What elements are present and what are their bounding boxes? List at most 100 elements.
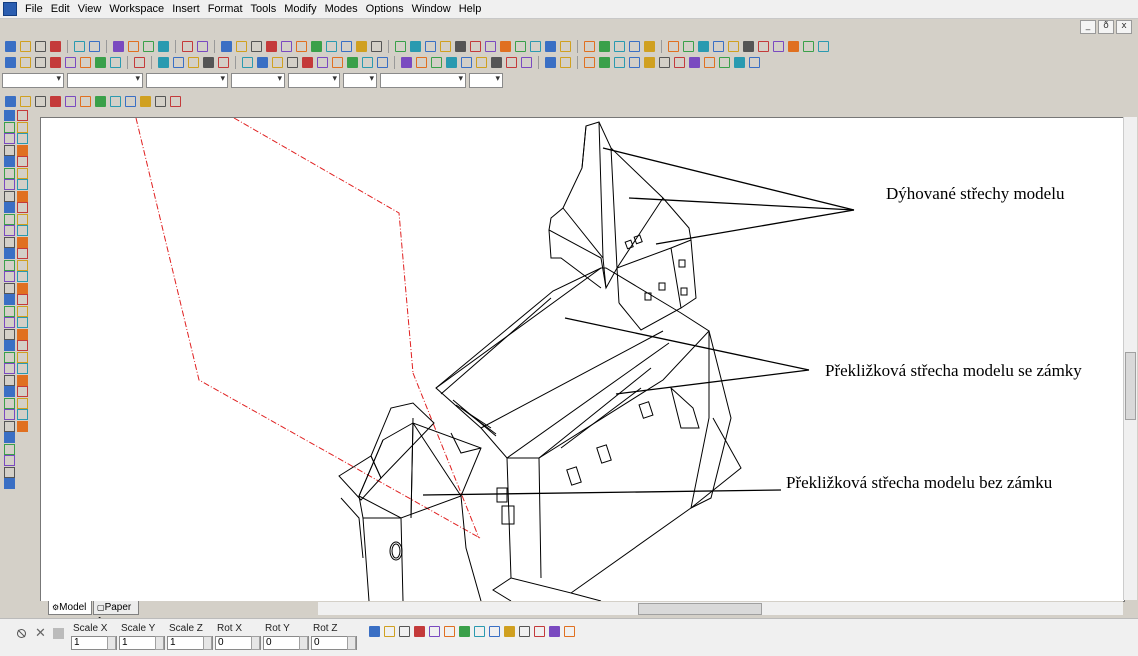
toolbar-tool-icon[interactable] (674, 56, 685, 68)
toolbar-tool-icon[interactable] (197, 40, 208, 52)
toolbar-tool-icon[interactable] (560, 56, 571, 68)
left-tool-icon[interactable] (17, 110, 28, 121)
left-tool-icon[interactable] (4, 190, 15, 202)
toolbar-tool-icon[interactable] (5, 40, 16, 52)
toolbar-tool-icon[interactable] (170, 95, 181, 107)
toolbar-tool-icon[interactable] (440, 40, 451, 52)
toolbar-tool-icon[interactable] (296, 40, 307, 52)
left-tool-icon[interactable] (17, 167, 28, 179)
toolbar-tool-icon[interactable] (504, 625, 515, 637)
rot-x-spinner[interactable] (251, 636, 260, 650)
left-tool-icon[interactable] (17, 259, 28, 271)
toolbar-tool-icon[interactable] (74, 40, 85, 52)
menu-format[interactable]: Format (204, 0, 247, 18)
toolbar-tool-icon[interactable] (35, 56, 46, 68)
app-icon[interactable] (3, 2, 17, 16)
toolbar-tool-icon[interactable] (521, 56, 532, 68)
menu-modify[interactable]: Modify (280, 0, 320, 18)
toolbar-tool-icon[interactable] (50, 95, 61, 107)
status-tool-icon[interactable] (16, 628, 27, 639)
left-tool-icon[interactable] (17, 282, 28, 294)
toolbar-tool-icon[interactable] (377, 56, 388, 68)
left-tool-icon[interactable] (17, 213, 28, 225)
toolbar-tool-icon[interactable] (158, 40, 169, 52)
toolbar-tool-icon[interactable] (158, 56, 169, 68)
toolbar-tool-icon[interactable] (110, 95, 121, 107)
toolbar-tool-icon[interactable] (95, 95, 106, 107)
toolbar-tool-icon[interactable] (506, 56, 517, 68)
left-tool-icon[interactable] (17, 420, 28, 432)
toolbar-tool-icon[interactable] (362, 56, 373, 68)
left-tool-icon[interactable] (17, 190, 28, 202)
left-tool-icon[interactable] (4, 397, 15, 409)
menu-options[interactable]: Options (362, 0, 408, 18)
left-tool-icon[interactable] (17, 328, 28, 340)
toolbar-tool-icon[interactable] (65, 95, 76, 107)
left-tool-icon[interactable] (17, 133, 28, 144)
rot-z-spinner[interactable] (347, 636, 356, 650)
toolbar-tool-icon[interactable] (629, 56, 640, 68)
menu-tools[interactable]: Tools (247, 0, 281, 18)
toolbar-tool-icon[interactable] (395, 40, 406, 52)
toolbar-tool-icon[interactable] (788, 40, 799, 52)
toolbar-tool-icon[interactable] (341, 40, 352, 52)
left-tool-icon[interactable] (4, 236, 15, 248)
left-tool-icon[interactable] (4, 225, 15, 236)
left-tool-icon[interactable] (4, 420, 15, 432)
layer-dropdown[interactable] (2, 72, 64, 88)
toolbar-tool-icon[interactable] (455, 40, 466, 52)
toolbar-tool-icon[interactable] (5, 56, 16, 68)
toolbar-tool-icon[interactable] (599, 56, 610, 68)
left-tool-icon[interactable] (4, 409, 15, 420)
toolbar-tool-icon[interactable] (218, 56, 229, 68)
toolbar-tool-icon[interactable] (50, 56, 61, 68)
grid-icon[interactable] (53, 628, 64, 639)
toolbar-tool-icon[interactable] (560, 40, 571, 52)
toolbar-tool-icon[interactable] (95, 56, 106, 68)
toolbar-tool-icon[interactable] (356, 40, 367, 52)
restore-button[interactable]: ð (1098, 20, 1114, 34)
toolbar-tool-icon[interactable] (80, 56, 91, 68)
toolbar-tool-icon[interactable] (302, 56, 313, 68)
toolbar-tool-icon[interactable] (326, 40, 337, 52)
toolbar-tool-icon[interactable] (182, 40, 193, 52)
toolbar-tool-icon[interactable] (599, 40, 610, 52)
toolbar-tool-icon[interactable] (65, 56, 76, 68)
toolbar-tool-icon[interactable] (401, 56, 412, 68)
left-tool-icon[interactable] (17, 386, 28, 397)
left-tool-icon[interactable] (17, 340, 28, 351)
toolbar-tool-icon[interactable] (489, 625, 500, 637)
font-dropdown[interactable] (380, 72, 466, 88)
left-tool-icon[interactable] (4, 144, 15, 156)
toolbar-tool-icon[interactable] (713, 40, 724, 52)
toolbar-tool-icon[interactable] (683, 40, 694, 52)
left-tool-icon[interactable] (17, 271, 28, 282)
textstyle-dropdown[interactable] (288, 72, 340, 88)
toolbar-tool-icon[interactable] (549, 625, 560, 637)
left-tool-icon[interactable] (4, 213, 15, 225)
toolbar-tool-icon[interactable] (236, 40, 247, 52)
left-tool-icon[interactable] (4, 110, 15, 121)
toolbar-tool-icon[interactable] (773, 40, 784, 52)
left-tool-icon[interactable] (17, 236, 28, 248)
toolbar-tool-icon[interactable] (459, 625, 470, 637)
toolbar-tool-icon[interactable] (140, 95, 151, 107)
toolbar-tool-icon[interactable] (500, 40, 511, 52)
left-tool-icon[interactable] (4, 443, 15, 455)
left-tool-icon[interactable] (17, 363, 28, 374)
toolbar-tool-icon[interactable] (221, 40, 232, 52)
toolbar-tool-icon[interactable] (530, 40, 541, 52)
left-tool-icon[interactable] (17, 409, 28, 420)
toolbar-tool-icon[interactable] (659, 56, 670, 68)
scale-x-spinner[interactable] (107, 636, 116, 650)
left-tool-icon[interactable] (4, 259, 15, 271)
left-tool-icon[interactable] (17, 202, 28, 213)
toolbar-tool-icon[interactable] (461, 56, 472, 68)
toolbar-tool-icon[interactable] (251, 40, 262, 52)
toolbar-tool-icon[interactable] (287, 56, 298, 68)
menu-help[interactable]: Help (455, 0, 486, 18)
drawing-viewport[interactable]: Dýhované střechy modelu Překližková stře… (40, 117, 1125, 602)
toolbar-tool-icon[interactable] (203, 56, 214, 68)
toolbar-tool-icon[interactable] (281, 40, 292, 52)
left-tool-icon[interactable] (17, 374, 28, 386)
